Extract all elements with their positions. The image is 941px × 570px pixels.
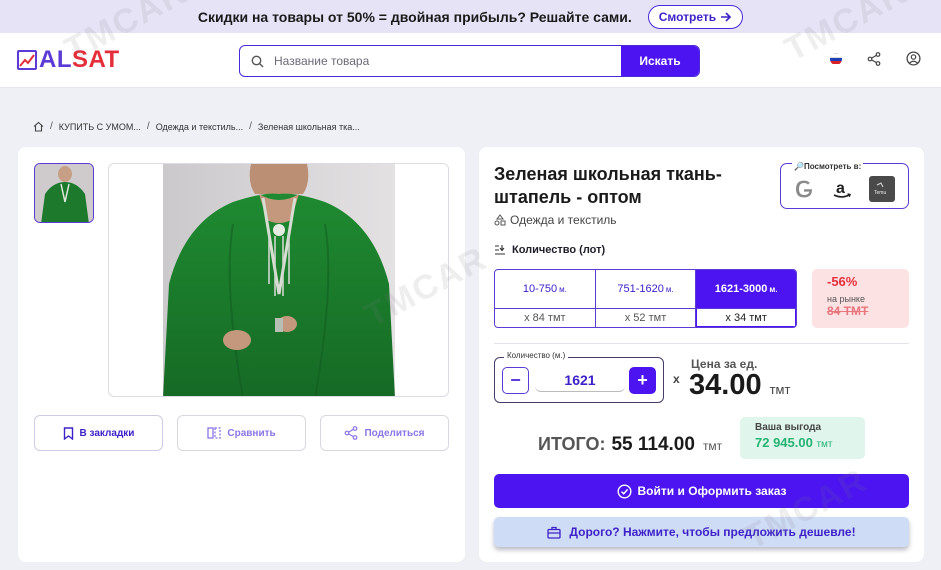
decrease-button[interactable]: − [502, 367, 529, 394]
logo-chart-icon [17, 50, 37, 70]
product-title: Зеленая школьная ткань-штапель - оптом [494, 164, 722, 207]
breadcrumb-item[interactable]: Зеленая школьная тка... [258, 122, 360, 132]
bookmark-icon [63, 426, 73, 440]
breadcrumb-item[interactable]: КУПИТЬ С УМОМ... [59, 122, 141, 132]
bookmark-label: В закладки [79, 427, 135, 439]
product-photo [163, 164, 395, 396]
benefit-label: Ваша выгода [755, 422, 822, 433]
compare-label: Сравнить [227, 427, 276, 439]
product-info-panel: Зеленая школьная ткань-штапель - оптом О… [479, 147, 924, 562]
lookup-icons: a Temu [793, 176, 895, 202]
price-tiers: 10-750 м. x 84 тмт 751-1620 м. x 52 тмт 16… [494, 269, 797, 328]
multiply-sign: x [673, 372, 680, 386]
site-header: ALSAT Искать [0, 33, 941, 88]
discount-badge: -56% на рынке 84 ТМТ [812, 269, 909, 328]
order-button-label: Войти и Оформить заказ [637, 484, 787, 498]
search-button[interactable]: Искать [621, 46, 699, 76]
gallery-panel: В закладки Сравнить Поделиться [18, 147, 465, 562]
flag-icon[interactable] [830, 52, 842, 65]
offer-lower-price-button[interactable]: Дорого? Нажмите, чтобы предложить дешевл… [494, 517, 909, 547]
gallery-thumbnail[interactable] [34, 163, 94, 223]
amazon-icon[interactable]: a [831, 178, 853, 200]
promo-bar: Скидки на товары от 50% = двойная прибыл… [0, 0, 941, 33]
promo-text: Скидки на товары от 50% = двойная прибыл… [197, 8, 632, 25]
logo-text-al: AL [39, 46, 72, 73]
total-value: 55 114.00 [611, 434, 695, 455]
increase-button[interactable]: + [629, 367, 656, 394]
site-logo[interactable]: ALSAT [17, 48, 120, 72]
tier-range: 10-750 [522, 283, 558, 295]
search-icon [240, 55, 274, 68]
compare-icon [207, 427, 222, 439]
quantity-input[interactable]: 1621 [535, 369, 625, 392]
discount-percent: -56% [827, 274, 858, 289]
tier-unit: м. [769, 284, 778, 294]
lookup-box: 🔎Посмотреть в: a Temu [780, 162, 909, 209]
share-icon [345, 426, 358, 440]
google-icon[interactable] [793, 178, 815, 200]
order-total: ИТОГО: 55 114.00 тмт [538, 434, 722, 456]
market-price: 84 ТМТ [827, 304, 869, 318]
price-tier[interactable]: 751-1620 м. x 52 тмт [595, 270, 697, 327]
search-bar: Искать [239, 45, 700, 77]
product-main-image[interactable] [108, 163, 449, 397]
tier-range: 1621-3000 [714, 283, 768, 295]
benefit-value: 72 945.00 [755, 435, 813, 450]
tier-price: x 52 тмт [624, 312, 667, 324]
share-label: Поделиться [364, 427, 425, 439]
market-label: на рынке [827, 294, 865, 304]
tier-unit: м. [559, 284, 567, 294]
quantity-stepper-label: Количество (м.) [504, 351, 569, 360]
offer-button-label: Дорого? Нажмите, чтобы предложить дешевл… [569, 525, 856, 539]
tier-price: x 84 тмт [524, 312, 566, 324]
quantity-stepper: Количество (м.) − 1621 + [494, 351, 664, 403]
temu-icon[interactable]: Temu [869, 176, 895, 202]
tier-price: x 34 тмт [696, 309, 796, 327]
share-button[interactable]: Поделиться [320, 415, 449, 451]
qty-lot-label: Количество (лот) [494, 244, 605, 256]
header-icons [830, 51, 921, 66]
promo-view-button[interactable]: Смотреть [647, 4, 744, 29]
benefit-value-row: 72 945.00 тмт [755, 435, 850, 450]
unit-price-value: 34.00 [689, 369, 762, 401]
unit-price: 34.00 тмт [689, 369, 790, 402]
gallery-actions: В закладки Сравнить Поделиться [34, 415, 449, 451]
qty-lot-text: Количество (лот) [512, 244, 606, 256]
compare-button[interactable]: Сравнить [177, 415, 306, 451]
category-icon [494, 214, 506, 226]
breadcrumb-item[interactable]: Одежда и текстиль... [156, 122, 243, 132]
currency: тмт [702, 439, 723, 453]
tier-unit: м. [665, 284, 674, 294]
product-category[interactable]: Одежда и текстиль [494, 213, 617, 227]
svg-text:Temu: Temu [874, 190, 886, 196]
currency: тмт [769, 382, 791, 397]
lookup-label: 🔎Посмотреть в: [792, 162, 864, 171]
price-tier[interactable]: 10-750 м. x 84 тмт [495, 270, 596, 327]
breadcrumb: / КУПИТЬ С УМОМ... / Одежда и текстиль..… [33, 121, 360, 132]
share-icon[interactable] [867, 51, 881, 66]
bookmark-button[interactable]: В закладки [34, 415, 163, 451]
svg-text:a: a [836, 180, 845, 197]
currency: тмт [816, 439, 833, 450]
arrow-right-icon [721, 11, 732, 22]
divider [494, 343, 909, 344]
briefcase-icon [547, 526, 562, 539]
check-circle-icon [617, 483, 632, 499]
account-icon[interactable] [906, 51, 921, 66]
home-icon[interactable] [33, 121, 44, 132]
list-icon [495, 245, 505, 255]
logo-text-sat: SAT [72, 46, 120, 73]
tier-range: 751-1620 [617, 283, 664, 295]
search-input[interactable] [274, 54, 621, 68]
total-label: ИТОГО: [538, 434, 606, 454]
promo-view-label: Смотреть [658, 9, 717, 24]
benefit-box: Ваша выгода 72 945.00 тмт [740, 417, 865, 459]
price-tier-selected[interactable]: 1621-3000 м. x 34 тмт [696, 270, 796, 327]
order-button[interactable]: Войти и Оформить заказ [494, 474, 909, 508]
product-category-label: Одежда и текстиль [510, 213, 617, 227]
